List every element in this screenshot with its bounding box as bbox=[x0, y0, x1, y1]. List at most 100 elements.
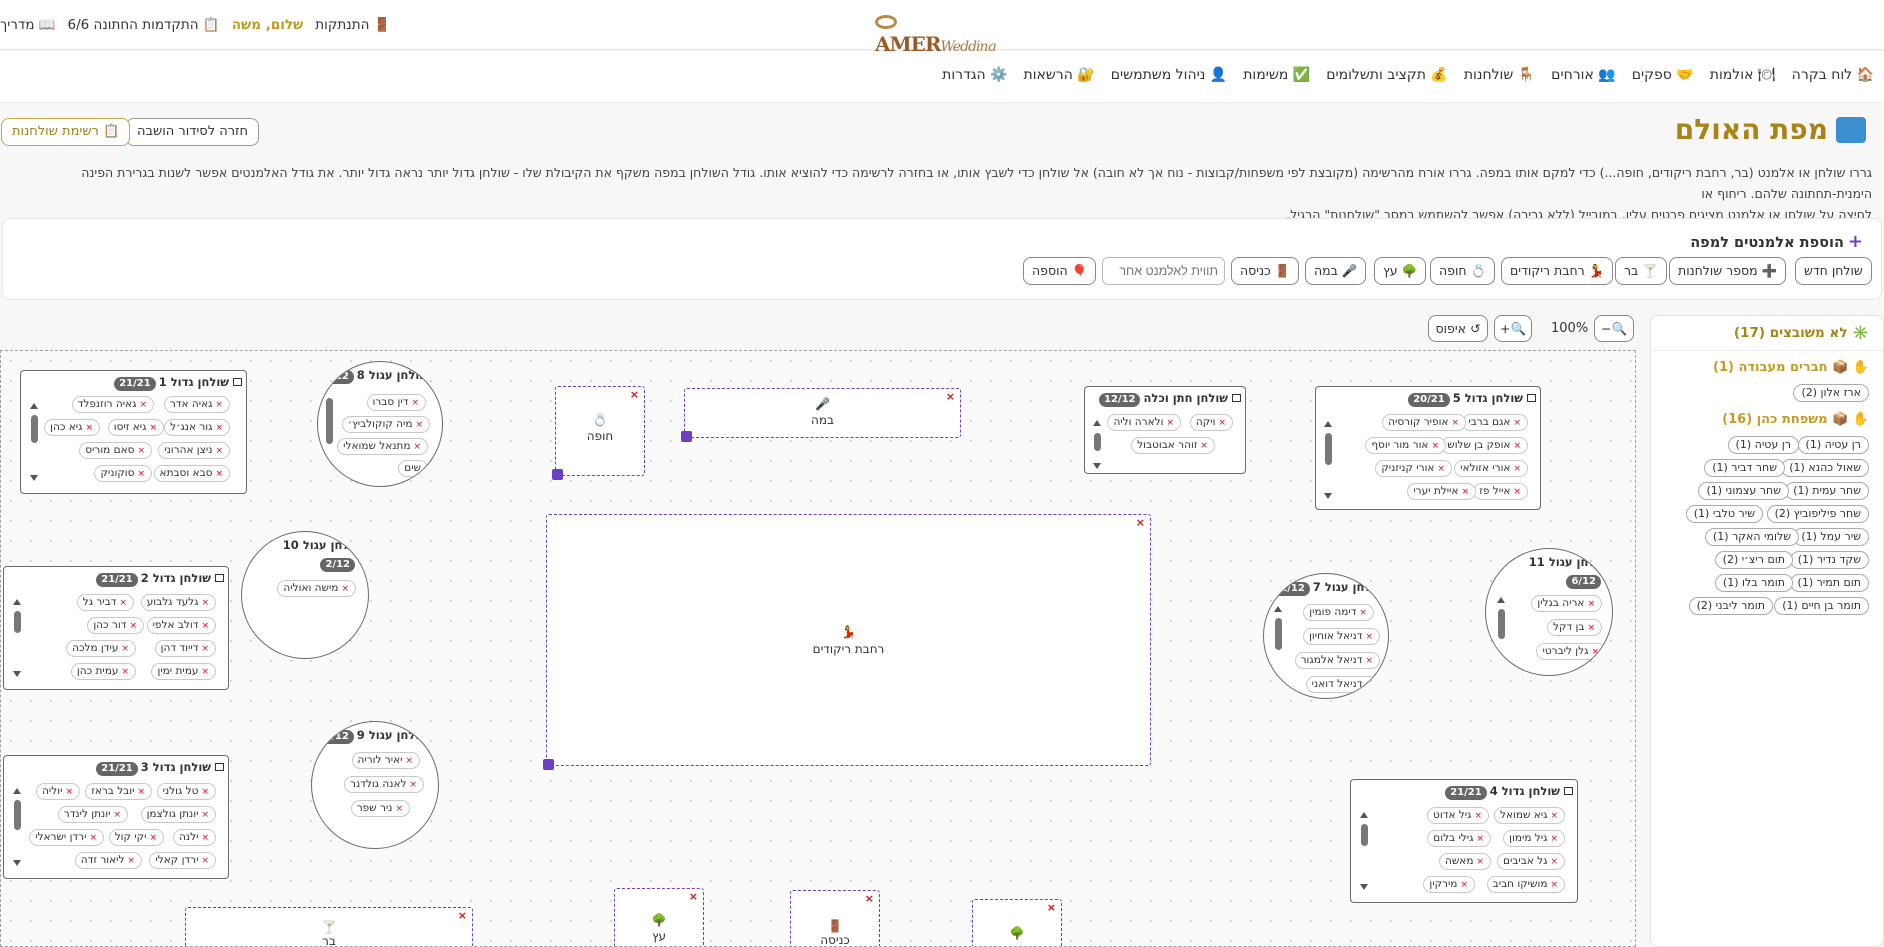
large-table-2[interactable]: שולחן גדול 221/21 ×גלעד גלבוע ×דביר גל ×… bbox=[3, 566, 229, 690]
guest-chip[interactable]: רן עטיה (1) bbox=[1727, 436, 1799, 454]
guest-chip[interactable]: ×מתנאל שמואלי bbox=[337, 438, 428, 455]
scrollbar[interactable] bbox=[14, 611, 21, 633]
guest-chip[interactable]: ×גור אנג׳ל bbox=[164, 419, 230, 436]
remove-icon[interactable]: × bbox=[1550, 880, 1558, 890]
other-element-label-input[interactable] bbox=[1102, 257, 1225, 285]
tree-element-2[interactable]: × 🌳 bbox=[972, 899, 1062, 946]
guest-chip[interactable]: ×ולארה וליה bbox=[1107, 414, 1181, 431]
remove-icon[interactable]: × bbox=[137, 469, 145, 479]
guest-chip[interactable]: ×דייוד דהן bbox=[154, 640, 216, 657]
guest-chip[interactable]: ×בן דקל bbox=[1547, 619, 1602, 636]
remove-icon[interactable]: × bbox=[1365, 656, 1373, 666]
scrollbar[interactable] bbox=[1361, 824, 1368, 846]
guest-chip[interactable]: ×ליאור זדה bbox=[74, 852, 142, 869]
guest-chip[interactable]: ×סבא וסבתא bbox=[153, 465, 230, 482]
guest-chip[interactable]: שיר טלבי (1) bbox=[1685, 505, 1763, 523]
remove-icon[interactable]: × bbox=[1359, 608, 1367, 618]
guest-chip[interactable]: ×יובל בראז bbox=[85, 783, 152, 800]
round-table-7[interactable]: שולחן עגול 712/12 ×דימה פומין ×דניאל אוח… bbox=[1263, 573, 1389, 699]
scroll-up-icon[interactable] bbox=[1093, 420, 1101, 426]
guest-chip[interactable]: תומר ליבני (2) bbox=[1688, 597, 1773, 615]
scroll-up-icon[interactable] bbox=[1360, 812, 1368, 818]
bar-element[interactable]: × 🍸 בר bbox=[185, 907, 473, 946]
scroll-up-icon[interactable] bbox=[13, 599, 21, 605]
remove-icon[interactable]: × bbox=[85, 423, 93, 433]
remove-icon[interactable]: × bbox=[149, 833, 157, 843]
chuppah-element[interactable]: × 💍 חופה bbox=[552, 386, 645, 480]
bride-groom-table[interactable]: שולחן חתן וכלה12/12 ×ויקה ×ולארה וליה ×ז… bbox=[1084, 386, 1246, 474]
scrollbar[interactable] bbox=[31, 415, 38, 443]
logout-link[interactable]: 🚪 התנתקות bbox=[315, 17, 390, 33]
remove-icon[interactable]: × bbox=[1476, 857, 1484, 867]
remove-icon[interactable]: × bbox=[113, 810, 121, 820]
remove-icon[interactable]: × bbox=[201, 833, 209, 843]
add-dance-floor-button[interactable]: 💃 רחבת ריקודים bbox=[1501, 257, 1614, 285]
zoom-out-button[interactable]: 🔍− bbox=[1594, 315, 1634, 342]
scroll-down-icon[interactable] bbox=[13, 671, 21, 677]
guide-link[interactable]: 📖 מדריך bbox=[0, 17, 56, 33]
guest-chip[interactable]: שקד נדיר (1) bbox=[1789, 551, 1869, 569]
remove-icon[interactable]: × bbox=[1513, 487, 1521, 497]
nav-item-settings[interactable]: ⚙️ הגדרות bbox=[942, 67, 1007, 83]
remove-icon[interactable]: × bbox=[405, 756, 413, 766]
guest-chip[interactable]: ×דניאל אלמגור bbox=[1294, 652, 1380, 669]
guest-chip[interactable]: ×אופיר קורסיה bbox=[1382, 414, 1466, 431]
remove-icon[interactable]: × bbox=[1200, 441, 1208, 451]
nav-item-guests[interactable]: 👥 אורחים bbox=[1551, 67, 1616, 83]
remove-icon[interactable]: × bbox=[1365, 680, 1373, 690]
add-other-button[interactable]: 🎈 הוספה bbox=[1023, 257, 1097, 285]
remove-icon[interactable]: × bbox=[1461, 487, 1469, 497]
remove-icon[interactable]: × bbox=[1218, 418, 1226, 428]
large-table-4[interactable]: שולחן גדול 421/21 ×גיא שמואל ×גיל אדוט ×… bbox=[1350, 779, 1578, 903]
nav-item-tables[interactable]: 🪑 שולחנות bbox=[1464, 67, 1535, 83]
remove-icon[interactable]: × bbox=[201, 598, 209, 608]
wedding-progress[interactable]: 📋 התקדמות החתונה 6/6 bbox=[68, 17, 220, 33]
remove-icon[interactable]: × bbox=[1587, 623, 1595, 633]
guest-chip[interactable]: ×גיא כהן bbox=[44, 419, 100, 436]
guest-chip[interactable]: ×מישה ואוליה bbox=[277, 580, 356, 597]
guest-chip[interactable]: תומר בן חיים (1) bbox=[1774, 597, 1869, 615]
scroll-down-icon[interactable] bbox=[30, 475, 38, 481]
add-stage-button[interactable]: 🎤 במה bbox=[1305, 257, 1367, 285]
remove-icon[interactable]: × bbox=[1513, 464, 1521, 474]
remove-icon[interactable]: × bbox=[409, 780, 417, 790]
guest-chip[interactable]: ×דביר גל bbox=[76, 594, 134, 611]
guest-chip[interactable]: ×ירדן ישראלי bbox=[29, 829, 104, 846]
remove-icon[interactable]: × bbox=[65, 787, 73, 797]
guest-chip[interactable]: ×דולב אלפי bbox=[146, 617, 216, 634]
remove-icon[interactable]: × bbox=[215, 446, 223, 456]
guest-chip[interactable]: ×אגם ברבי bbox=[1462, 414, 1528, 431]
add-tree-button[interactable]: 🌳 עץ bbox=[1374, 257, 1427, 285]
guest-chip[interactable]: ×סאם מוריס bbox=[79, 442, 152, 459]
new-table-button[interactable]: שולחן חדש bbox=[1795, 257, 1872, 285]
remove-icon[interactable]: × bbox=[1474, 811, 1482, 821]
guest-chip[interactable]: ×אופק בן שלוש bbox=[1441, 437, 1528, 454]
remove-icon[interactable]: × bbox=[201, 787, 209, 797]
scroll-up-icon[interactable] bbox=[30, 403, 38, 409]
remove-icon[interactable]: × bbox=[121, 644, 129, 654]
back-to-seating-button[interactable]: חזרה לסידור הושבה bbox=[126, 118, 260, 146]
remove-icon[interactable]: × bbox=[1591, 647, 1599, 657]
zoom-in-button[interactable]: 🔍+ bbox=[1494, 315, 1532, 342]
remove-icon[interactable]: × bbox=[139, 400, 147, 410]
guest-chip[interactable]: ×דור כהן bbox=[87, 617, 144, 634]
guest-chip[interactable]: ×ויקה bbox=[1189, 414, 1233, 431]
scroll-down-icon[interactable] bbox=[1324, 493, 1332, 499]
guest-chip[interactable]: ×יאיר לוריה bbox=[351, 752, 420, 769]
guest-chip[interactable]: ×מאשה bbox=[1439, 853, 1491, 870]
guest-chip[interactable]: ×דניאל דואני bbox=[1305, 676, 1380, 693]
guest-chip[interactable]: ×יקי קול bbox=[108, 829, 164, 846]
guest-chip[interactable]: שחר דביר (1) bbox=[1704, 459, 1785, 477]
guest-chip[interactable]: ×עמית כהן bbox=[70, 663, 136, 680]
multiple-tables-button[interactable]: ➕ מספר שולחנות bbox=[1669, 257, 1787, 285]
guest-chip[interactable]: ×מיה קוקולביץ׳ bbox=[341, 416, 430, 433]
add-chuppah-button[interactable]: 💍 חופה bbox=[1430, 257, 1496, 285]
remove-icon[interactable]: × bbox=[1476, 834, 1484, 844]
remove-icon[interactable]: × bbox=[127, 856, 135, 866]
guest-chip[interactable]: רן עטיה (1) bbox=[1797, 436, 1869, 454]
remove-icon[interactable]: × bbox=[1431, 441, 1439, 451]
remove-icon[interactable]: × bbox=[137, 787, 145, 797]
round-table-9[interactable]: שולחן עגול 912/12 ×יאיר לוריה ×לאנה גולד… bbox=[311, 721, 439, 849]
large-table-5[interactable]: שולחן גדול 520/21 ×אגם ברבי ×אופיר קורסי… bbox=[1315, 386, 1541, 510]
guest-chip[interactable]: שים bbox=[398, 460, 428, 477]
